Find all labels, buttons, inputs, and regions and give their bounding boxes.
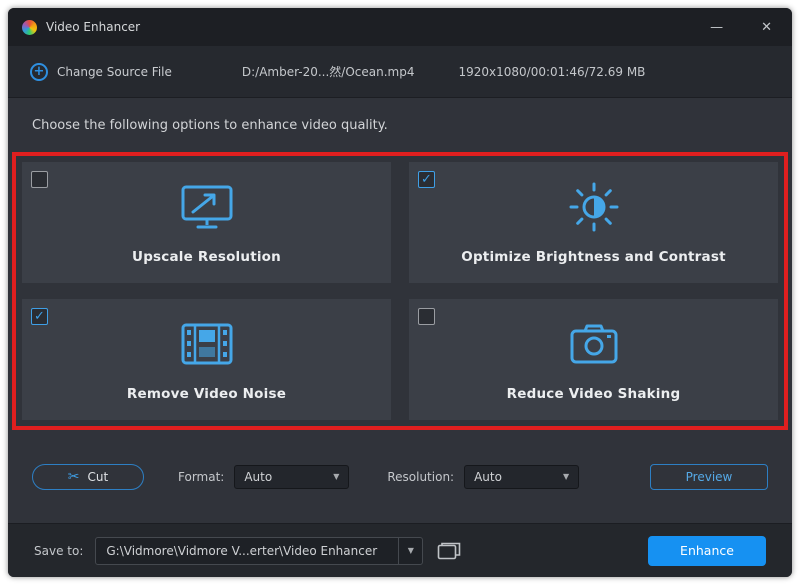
film-strip-icon [179,318,235,370]
remove-noise-checkbox[interactable] [31,308,48,325]
chevron-down-icon: ▼ [563,472,569,481]
close-button[interactable]: ✕ [755,17,778,38]
browse-folder-button[interactable] [437,541,461,560]
source-file-bar: + Change Source File D:/Amber-20...然/Oce… [8,46,792,98]
instructions-text: Choose the following options to enhance … [8,98,792,152]
option-card-optimize-brightness-contrast[interactable]: Optimize Brightness and Contrast [409,162,778,283]
options-grid: Upscale Resolution [12,152,788,430]
add-icon: + [30,63,48,81]
option-label: Remove Video Noise [127,386,286,402]
enhance-button[interactable]: Enhance [648,536,766,566]
save-path-dropdown[interactable]: G:\Vidmore\Vidmore V...erter\Video Enhan… [95,537,423,565]
camera-icon [568,318,620,370]
window-controls: — ✕ [704,17,778,38]
format-dropdown[interactable]: Auto ▼ [234,465,349,489]
option-card-reduce-video-shaking[interactable]: Reduce Video Shaking [409,299,778,420]
preview-button[interactable]: Preview [650,464,768,490]
brightness-sun-icon [568,181,620,233]
option-card-upscale-resolution[interactable]: Upscale Resolution [22,162,391,283]
app-logo-icon [22,20,37,35]
format-value: Auto [244,470,272,484]
window-title: Video Enhancer [46,20,140,34]
source-file-path: D:/Amber-20...然/Ocean.mp4 [242,63,415,80]
reduce-shaking-checkbox[interactable] [418,308,435,325]
resolution-value: Auto [474,470,502,484]
change-source-file-label: Change Source File [57,65,172,79]
option-label: Reduce Video Shaking [507,386,681,402]
minimize-button[interactable]: — [704,17,729,38]
save-path-value: G:\Vidmore\Vidmore V...erter\Video Enhan… [96,544,398,558]
resolution-label: Resolution: [387,470,454,484]
controls-row: ✂ Cut Format: Auto ▼ Resolution: Auto ▼ … [8,430,792,523]
chevron-down-icon: ▼ [333,472,339,481]
option-label: Optimize Brightness and Contrast [461,249,725,265]
change-source-file-button[interactable]: + Change Source File [30,63,172,81]
cut-button-label: Cut [88,470,109,484]
format-label: Format: [178,470,224,484]
video-enhancer-window: Video Enhancer — ✕ + Change Source File … [8,8,792,577]
upscale-monitor-icon [179,181,235,233]
resolution-dropdown[interactable]: Auto ▼ [464,465,579,489]
optimize-brightness-checkbox[interactable] [418,171,435,188]
titlebar: Video Enhancer — ✕ [8,8,792,46]
option-card-remove-video-noise[interactable]: Remove Video Noise [22,299,391,420]
option-label: Upscale Resolution [132,249,281,265]
cut-button[interactable]: ✂ Cut [32,464,144,490]
upscale-resolution-checkbox[interactable] [31,171,48,188]
scissors-icon: ✂ [68,470,80,484]
footer-bar: Save to: G:\Vidmore\Vidmore V...erter\Vi… [8,523,792,577]
source-file-info: 1920x1080/00:01:46/72.69 MB [459,65,646,79]
folder-icon [437,541,461,560]
save-to-label: Save to: [34,544,83,558]
chevron-down-icon[interactable]: ▼ [398,538,422,564]
